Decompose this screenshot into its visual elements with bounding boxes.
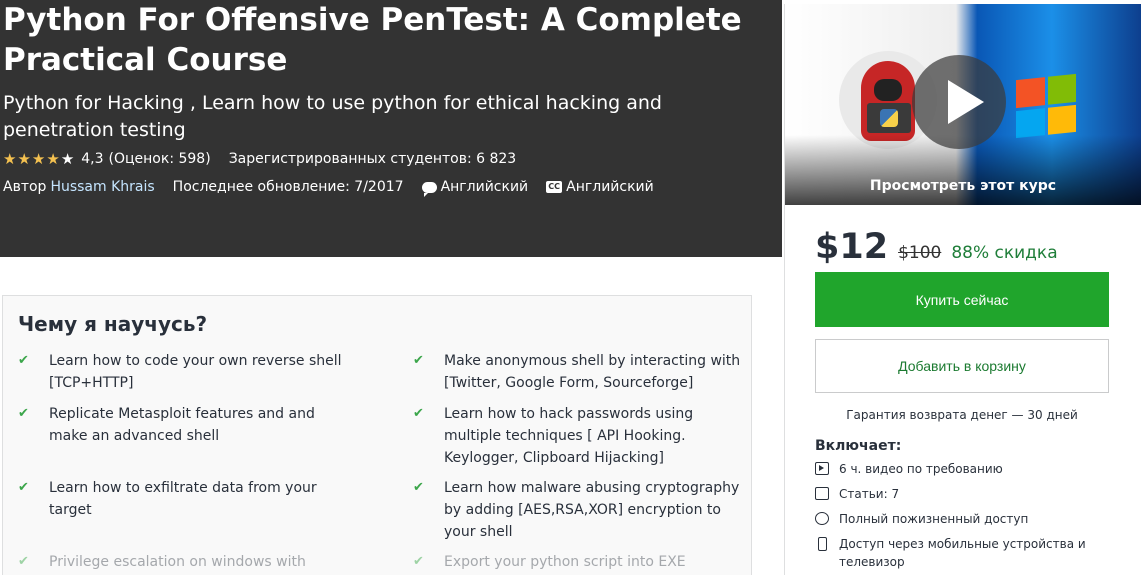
document-icon [815,487,829,500]
money-back-guarantee: Гарантия возврата денег — 30 дней [846,408,1078,422]
discount-label: 88% скидка [951,243,1058,263]
learn-item: ✔ Learn how to exfiltrate data from your… [18,477,348,521]
learn-item: ✔ Make anonymous shell by interacting wi… [413,350,748,394]
video-icon [815,462,829,475]
course-header: Python For Offensive PenTest: A Complete… [0,0,782,257]
add-to-cart-button[interactable]: Добавить в корзину [815,339,1109,393]
learn-item-text: Learn how to hack passwords using multip… [444,406,694,466]
author-link[interactable]: Hussam Khrais [50,179,154,195]
original-price: $100 [898,243,942,263]
course-captions: Английский [566,179,654,195]
learn-item: ✔ Learn how malware abusing cryptography… [413,477,748,543]
python-logo-icon [880,109,898,127]
rating-value: 4,3 [81,151,104,167]
course-subtitle: Python for Hacking , Learn how to use py… [3,92,662,141]
check-icon: ✔ [413,554,424,569]
mobile-icon [818,537,827,551]
check-icon: ✔ [18,480,29,495]
includes-item: Статьи: 7 [815,485,1115,503]
check-icon: ✔ [413,406,424,421]
preview-label[interactable]: Просмотреть этот курс [785,178,1141,194]
current-price: $12 [815,227,889,267]
learn-item-text: Learn how to code your own reverse shell… [49,353,342,391]
includes-item: Полный пожизненный доступ [815,510,1115,528]
check-icon: ✔ [18,406,29,421]
learn-item: ✔ Replicate Metasploit features and and … [18,403,348,447]
course-title: Python For Offensive PenTest: A Complete… [3,2,742,78]
learn-item-text: Learn how malware abusing cryptography b… [444,480,740,540]
students-count: Зарегистрированных студентов: 6 823 [228,151,517,167]
info-row: Автор Hussam Khrais Последнее обновление… [3,177,654,197]
learn-item-text: Export your python script into EXE [444,554,686,570]
includes-item-label: 6 ч. видео по требованию [839,462,1003,476]
check-icon: ✔ [413,353,424,368]
purchase-sidebar: Просмотреть этот курс $12 $100 88% скидк… [784,4,1141,575]
learn-item: ✔ Privilege escalation on windows with [18,551,348,573]
star-icon: ★ [31,150,46,168]
check-icon: ✔ [413,480,424,495]
includes-title: Включает: [815,438,902,454]
includes-item-label: Статьи: 7 [839,487,900,501]
learn-item-text: Make anonymous shell by interacting with… [444,353,741,391]
windows-logo-icon [1016,73,1076,139]
author-prefix: Автор [3,179,47,195]
course-preview[interactable]: Просмотреть этот курс [785,4,1141,205]
check-icon: ✔ [18,554,29,569]
rating-stars: ★ ★ ★ ★ ★ [3,151,75,167]
star-icon: ★ [3,150,17,168]
course-language: Английский [440,179,529,195]
last-update: Последнее обновление: 7/2017 [172,179,404,195]
play-button[interactable] [912,55,1006,149]
rating-count[interactable]: (Оценок: 598) [109,151,211,167]
infinity-clock-icon [815,512,829,525]
includes-item: 6 ч. видео по требованию [815,460,1115,478]
learn-item: ✔ Learn how to code your own reverse she… [18,350,348,394]
learn-item-text: Replicate Metasploit features and and ma… [49,406,315,444]
speech-bubble-icon [421,181,437,197]
includes-item: Доступ через мобильные устройства и теле… [815,535,1115,571]
star-half-icon: ★ [60,150,75,168]
rating-row: ★ ★ ★ ★ ★ 4,3 (Оценок: 598) Зарегистриро… [3,149,516,169]
price-row: $12 $100 88% скидка [815,227,1058,267]
closed-captions-icon: CC [546,181,563,193]
learn-item-text: Learn how to exfiltrate data from your t… [49,480,317,518]
learn-item: ✔ Learn how to hack passwords using mult… [413,403,723,469]
learn-item-text: Privilege escalation on windows with [49,554,306,570]
star-icon: ★ [17,150,31,168]
learn-title: Чему я научусь? [18,312,208,336]
includes-item-label: Доступ через мобильные устройства и теле… [839,537,1086,569]
play-icon [948,80,984,124]
includes-item-label: Полный пожизненный доступ [839,512,1029,526]
learn-item: ✔ Export your python script into EXE [413,551,748,573]
check-icon: ✔ [18,353,29,368]
what-you-learn-section: Чему я научусь? ✔ Learn how to code your… [2,295,752,575]
buy-now-button[interactable]: Купить сейчас [815,272,1109,327]
star-icon: ★ [46,150,60,168]
